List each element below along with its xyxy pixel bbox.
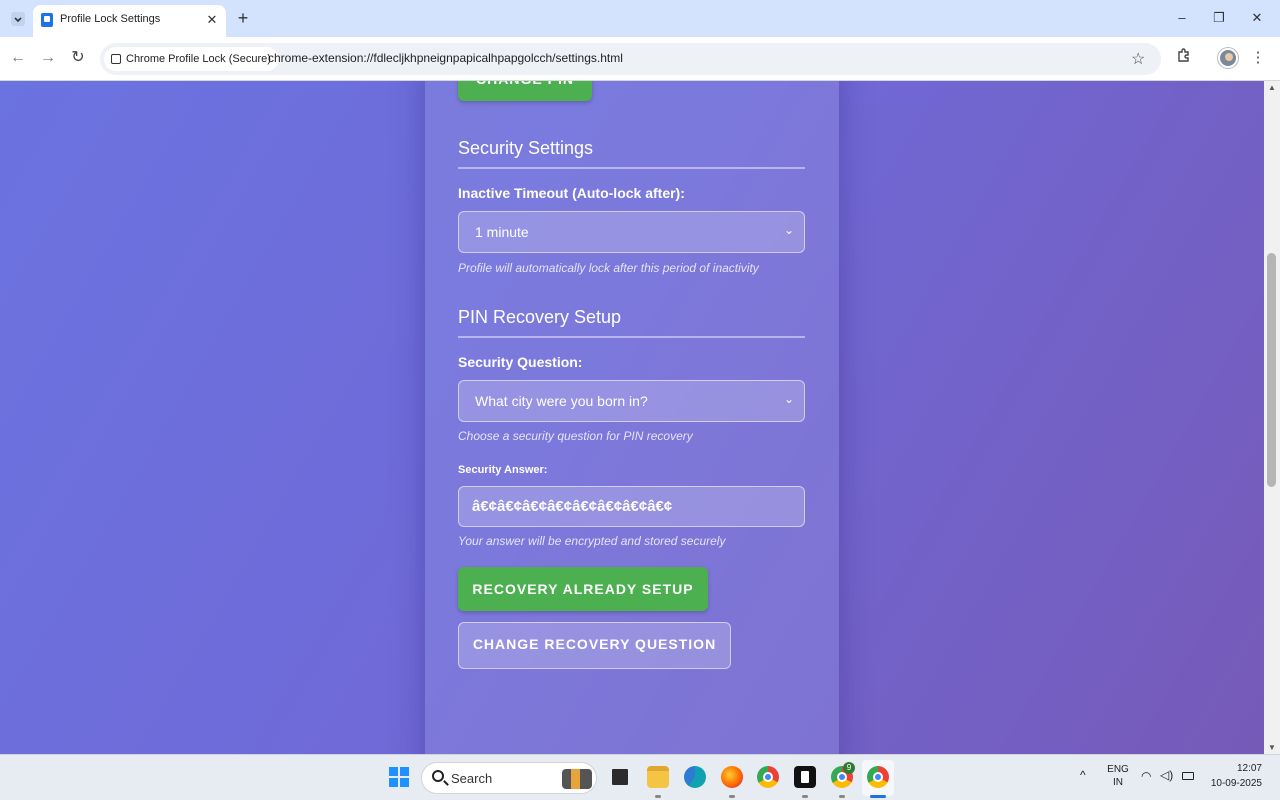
security-answer-value: â€¢â€¢â€¢â€¢â€¢â€¢â€¢â€¢ [472, 498, 673, 515]
new-tab-button[interactable]: + [233, 8, 253, 28]
chrome-center [837, 772, 847, 782]
clock-time[interactable]: 12:07 [1204, 763, 1262, 774]
chrome-icon[interactable] [757, 766, 779, 788]
back-icon[interactable]: ← [7, 47, 29, 69]
terminal-icon[interactable] [794, 766, 816, 788]
restore-button[interactable]: ❐ [1209, 8, 1229, 28]
settings-panel: CHANGE PIN Security Settings Inactive Ti… [425, 81, 839, 754]
timeout-label: Inactive Timeout (Auto-lock after): [458, 185, 685, 201]
language-indicator[interactable]: ENG [1106, 764, 1130, 775]
page-scrollbar[interactable]: ▲ ▼ [1264, 81, 1280, 754]
security-question-value: What city were you born in? [475, 393, 648, 409]
timeout-select-value: 1 minute [475, 224, 529, 240]
change-pin-button[interactable]: CHANGE PIN [458, 81, 592, 101]
chrome-center [873, 772, 883, 782]
chevron-down-icon: ⌄ [783, 223, 794, 237]
close-window-button[interactable]: ✕ [1247, 8, 1267, 28]
windows-start-icon[interactable] [389, 767, 409, 787]
taskbar-search-label: Search [451, 771, 493, 786]
avatar[interactable] [1218, 48, 1238, 68]
pin-recovery-heading: PIN Recovery Setup [458, 307, 622, 327]
tab-title: Profile Lock Settings [60, 13, 161, 25]
star-icon[interactable]: ☆ [1131, 49, 1145, 69]
wifi-icon[interactable]: ◠ [1141, 769, 1151, 783]
site-chip-label: Chrome Profile Lock (Secure) [126, 53, 271, 65]
address-bar[interactable]: Chrome Profile Lock (Secure) chrome-exte… [100, 43, 1161, 75]
terminal-glyph [801, 771, 809, 783]
url-text[interactable]: chrome-extension://fdlecljkhpneignpapica… [268, 51, 623, 65]
volume-icon[interactable]: ◁) [1160, 768, 1173, 782]
lock-favicon-icon [41, 13, 53, 27]
browser-tab[interactable]: Profile Lock Settings ✕ [33, 5, 226, 37]
kebab-menu-icon[interactable]: ⋮ [1247, 47, 1269, 69]
running-indicator [655, 795, 661, 798]
folder-icon[interactable] [647, 766, 669, 788]
scroll-up-icon[interactable]: ▲ [1267, 83, 1277, 92]
security-answer-label: Security Answer: [458, 464, 548, 476]
scroll-down-icon[interactable]: ▼ [1267, 743, 1277, 752]
section-divider [458, 336, 805, 338]
chevron-down-icon: ⌄ [783, 392, 794, 406]
os-taskbar: Search 9 ^ ENG IN ◠ ◁) 12:07 10-09-2025 [0, 754, 1280, 800]
extensions-icon[interactable] [1173, 47, 1195, 69]
browser-toolbar: ← → ↻ Chrome Profile Lock (Secure) chrom… [0, 37, 1280, 81]
firefox-icon[interactable] [721, 766, 743, 788]
minimize-button[interactable]: – [1172, 8, 1192, 28]
close-tab-icon[interactable]: ✕ [204, 12, 220, 28]
tab-strip: Profile Lock Settings ✕ + – ❐ ✕ [0, 0, 1280, 37]
running-indicator [802, 795, 808, 798]
running-indicator [729, 795, 735, 798]
widgets-icon[interactable] [562, 769, 592, 789]
security-question-hint: Choose a security question for PIN recov… [458, 429, 693, 443]
clock-date[interactable]: 10-09-2025 [1204, 778, 1262, 789]
site-info-chip[interactable]: Chrome Profile Lock (Secure) [104, 47, 279, 71]
forward-icon[interactable]: → [37, 47, 59, 69]
timeout-select[interactable]: 1 minute ⌄ [458, 211, 805, 253]
search-icon [432, 770, 444, 782]
notification-badge: 9 [843, 762, 855, 774]
chrome-center [763, 772, 773, 782]
security-question-label: Security Question: [458, 354, 583, 370]
security-answer-field[interactable]: â€¢â€¢â€¢â€¢â€¢â€¢â€¢â€¢ [458, 486, 805, 527]
taskbar-search[interactable]: Search [421, 762, 597, 794]
active-indicator [870, 795, 886, 798]
scroll-thumb[interactable] [1267, 253, 1276, 487]
recovery-setup-button[interactable]: RECOVERY ALREADY SETUP [458, 567, 708, 611]
timeout-hint: Profile will automatically lock after th… [458, 261, 759, 275]
file-manager-icon[interactable] [609, 766, 631, 788]
security-settings-heading: Security Settings [458, 138, 594, 158]
edge-icon[interactable] [684, 766, 706, 788]
tray-expand-icon[interactable]: ^ [1080, 768, 1086, 782]
section-divider [458, 167, 805, 169]
battery-icon[interactable] [1182, 772, 1194, 780]
security-answer-hint: Your answer will be encrypted and stored… [458, 534, 726, 548]
change-recovery-question-button[interactable]: CHANGE RECOVERY QUESTION [458, 622, 731, 669]
tab-search-icon[interactable] [8, 9, 28, 29]
security-question-select[interactable]: What city were you born in? ⌄ [458, 380, 805, 422]
chrome-active-icon[interactable] [867, 766, 889, 788]
region-indicator: IN [1113, 777, 1123, 788]
reload-icon[interactable]: ↻ [67, 47, 89, 69]
chrome-badge-icon[interactable]: 9 [831, 762, 855, 788]
extension-site-icon [111, 54, 121, 64]
running-indicator [839, 795, 845, 798]
page-viewport: CHANGE PIN Security Settings Inactive Ti… [0, 81, 1264, 754]
